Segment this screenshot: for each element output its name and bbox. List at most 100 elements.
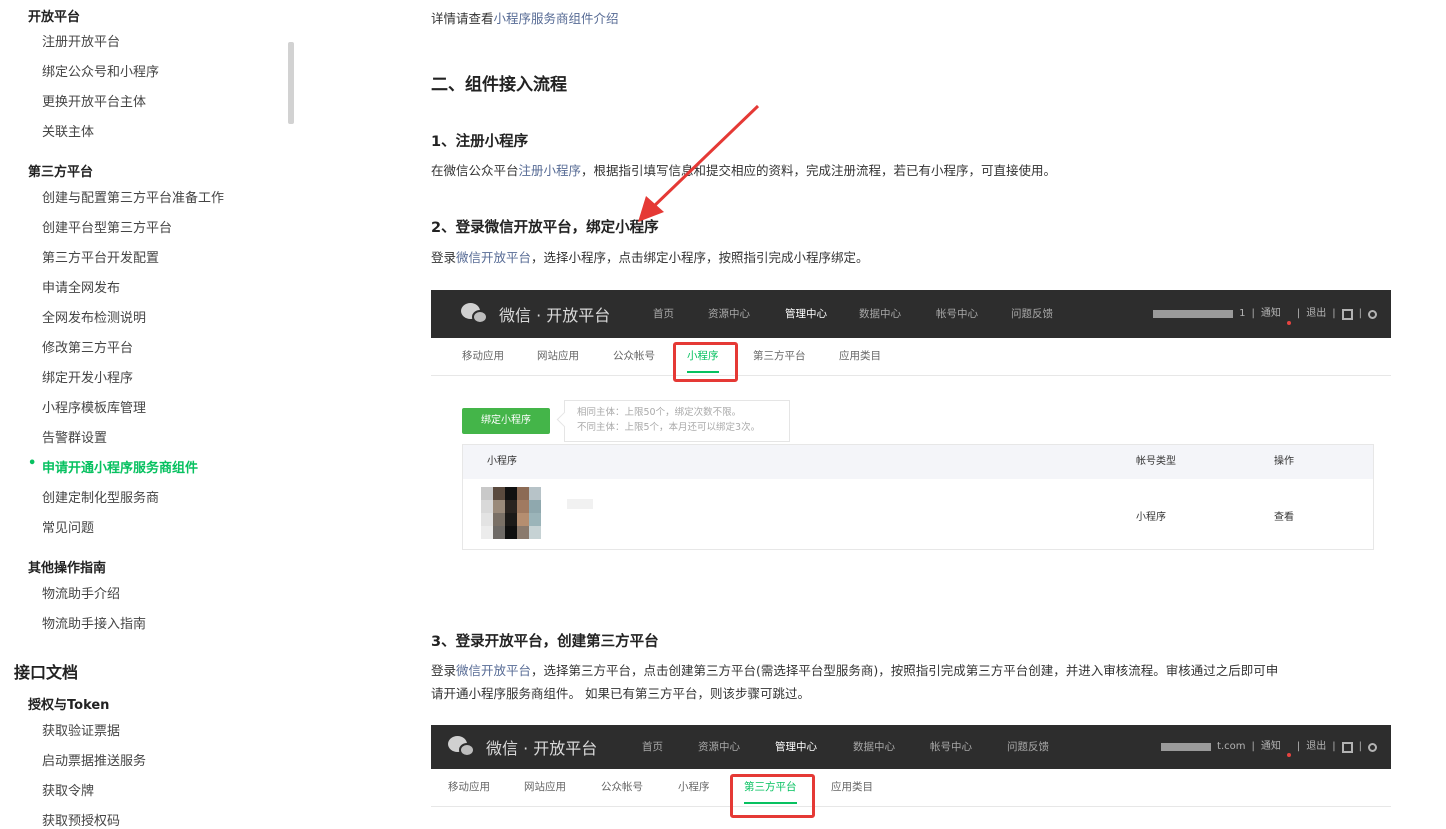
sidebar-item[interactable]: 常见问题 — [42, 517, 94, 536]
register-miniprogram-link[interactable]: 注册小程序 — [519, 163, 582, 178]
sidebar-item[interactable]: 更换开放平台主体 — [42, 91, 146, 110]
logout-link[interactable]: 退出 — [1306, 290, 1326, 338]
bind-miniprogram-button[interactable]: 绑定小程序 — [462, 408, 550, 434]
sidebar-item[interactable]: 告警群设置 — [42, 427, 107, 446]
sidebar-item[interactable]: 创建平台型第三方平台 — [42, 217, 172, 236]
sidebar: 开放平台 注册开放平台 绑定公众号和小程序 更换开放平台主体 关联主体 第三方平… — [0, 0, 296, 829]
sidebar-group-title: 其他操作指南 — [28, 561, 107, 576]
sub-navigation: 移动应用 网站应用 公众帐号 小程序 第三方平台 应用类目 — [431, 338, 1391, 376]
nav-home[interactable]: 首页 — [642, 725, 663, 769]
sub-navigation: 移动应用 网站应用 公众帐号 小程序 第三方平台 应用类目 — [431, 769, 1391, 807]
sidebar-item[interactable]: 关联主体 — [42, 121, 94, 140]
view-link[interactable]: 查看 — [1274, 508, 1294, 523]
highlight-box — [730, 774, 815, 818]
open-platform-link[interactable]: 微信开放平台 — [456, 663, 531, 678]
qrcode-icon[interactable] — [1341, 741, 1353, 753]
sidebar-item[interactable]: 创建与配置第三方平台准备工作 — [42, 187, 224, 206]
step3-text-suffix: ，选择第三方平台，点击创建第三方平台(需选择平台型服务商)，按照指引完成第三方平… — [531, 663, 1279, 678]
miniprogram-table: 小程序 帐号类型 操作 小程序 查看 — [462, 444, 1374, 550]
nav-account[interactable]: 帐号中心 — [936, 290, 978, 338]
account-type-cell: 小程序 — [1136, 512, 1166, 523]
qrcode-icon[interactable] — [1341, 308, 1353, 320]
nav-management[interactable]: 管理中心 — [775, 725, 817, 769]
tab-mobile-app[interactable]: 移动应用 — [448, 769, 490, 807]
th-action: 操作 — [1274, 456, 1294, 467]
tab-app-category[interactable]: 应用类目 — [831, 769, 873, 807]
step3-paragraph-line2: 请开通小程序服务商组件。 如果已有第三方平台，则该步骤可跳过。 — [431, 686, 810, 701]
nav-resources[interactable]: 资源中心 — [708, 290, 750, 338]
section-heading: 二、组件接入流程 — [431, 75, 567, 95]
step1-text-suffix: ，根据指引填写信息和提交相应的资料，完成注册流程，若已有小程序，可直接使用。 — [581, 163, 1057, 178]
miniprogram-name-blur — [567, 499, 593, 509]
sidebar-item[interactable]: 获取预授权码 — [42, 810, 120, 829]
tab-miniprogram[interactable]: 小程序 — [678, 769, 710, 807]
sidebar-item[interactable]: 启动票据推送服务 — [42, 750, 146, 769]
highlight-box — [673, 342, 738, 382]
open-platform-link[interactable]: 微信开放平台 — [456, 250, 531, 265]
sidebar-item[interactable]: 修改第三方平台 — [42, 337, 133, 356]
settings-icon[interactable] — [1368, 742, 1377, 752]
open-platform-topbar: 微信 · 开放平台 首页 资源中心 管理中心 数据中心 帐号中心 问题反馈 1 … — [431, 290, 1391, 338]
tab-official-account[interactable]: 公众帐号 — [601, 769, 643, 807]
nav-account[interactable]: 帐号中心 — [930, 725, 972, 769]
tab-app-category[interactable]: 应用类目 — [839, 338, 881, 376]
th-account-type: 帐号类型 — [1136, 456, 1176, 467]
nav-home[interactable]: 首页 — [653, 290, 674, 338]
account-name-blur — [1161, 743, 1212, 751]
step3-heading: 3、登录开放平台，创建第三方平台 — [431, 634, 659, 650]
step1-paragraph: 在微信公众平台注册小程序，根据指引填写信息和提交相应的资料，完成注册流程，若已有… — [431, 160, 1056, 182]
tip-line: 相同主体：上限50个，绑定次数不限。 — [577, 407, 742, 418]
tip-line: 不同主体：上限5个，本月还可以绑定3次。 — [577, 422, 761, 433]
sidebar-item[interactable]: 小程序模板库管理 — [42, 397, 146, 416]
sidebar-item[interactable]: 物流助手介绍 — [42, 583, 120, 602]
notice-dot-icon — [1286, 321, 1291, 325]
topbar-user-area: t.com | 通知 | 退出 | | — [1161, 725, 1377, 769]
step2-paragraph: 登录微信开放平台，选择小程序，点击绑定小程序，按照指引完成小程序绑定。 — [431, 247, 869, 269]
step1-heading: 1、注册小程序 — [431, 134, 529, 150]
sidebar-item[interactable]: 物流助手接入指南 — [42, 613, 146, 632]
nav-data[interactable]: 数据中心 — [853, 725, 895, 769]
account-suffix: 1 — [1239, 308, 1246, 319]
sidebar-scrollbar[interactable] — [288, 42, 294, 124]
tab-third-party[interactable]: 第三方平台 — [753, 338, 806, 376]
sidebar-item[interactable]: 获取验证票据 — [42, 720, 120, 739]
step2-heading: 2、登录微信开放平台，绑定小程序 — [431, 220, 659, 236]
step3-text-prefix: 登录 — [431, 663, 457, 678]
sidebar-item[interactable]: 绑定开发小程序 — [42, 367, 133, 386]
logo-text: 微信 · 开放平台 — [486, 739, 598, 758]
logout-link[interactable]: 退出 — [1306, 725, 1326, 769]
account-name-blur — [1153, 310, 1234, 318]
tab-website-app[interactable]: 网站应用 — [524, 769, 566, 807]
nav-data[interactable]: 数据中心 — [859, 290, 901, 338]
account-domain: t.com — [1217, 741, 1246, 752]
open-platform-topbar: 微信 · 开放平台 首页 资源中心 管理中心 数据中心 帐号中心 问题反馈 t.… — [431, 725, 1391, 769]
notice-dot-icon — [1286, 753, 1291, 757]
notice-link[interactable]: 通知 — [1261, 290, 1281, 338]
sidebar-item-active[interactable]: 申请开通小程序服务商组件 — [28, 456, 198, 476]
sidebar-item[interactable]: 获取令牌 — [42, 780, 94, 799]
sidebar-item[interactable]: 全网发布检测说明 — [42, 307, 146, 326]
tab-website-app[interactable]: 网站应用 — [537, 338, 579, 376]
sidebar-item[interactable]: 第三方平台开发配置 — [42, 247, 159, 266]
wechat-icon — [448, 736, 478, 758]
nav-feedback[interactable]: 问题反馈 — [1011, 290, 1053, 338]
sidebar-section-title: 接口文档 — [14, 663, 79, 682]
sidebar-item[interactable]: 注册开放平台 — [42, 31, 120, 50]
tab-official-account[interactable]: 公众帐号 — [613, 338, 655, 376]
wechat-logo: 微信 · 开放平台 — [461, 302, 610, 326]
sidebar-item[interactable]: 创建定制化型服务商 — [42, 487, 159, 506]
nav-resources[interactable]: 资源中心 — [698, 725, 740, 769]
screenshot-bind-miniprogram: 微信 · 开放平台 首页 资源中心 管理中心 数据中心 帐号中心 问题反馈 1 … — [431, 290, 1391, 560]
sidebar-item[interactable]: 申请全网发布 — [42, 277, 120, 296]
nav-feedback[interactable]: 问题反馈 — [1007, 725, 1049, 769]
intro-text: 详情请查看 — [431, 11, 494, 26]
bind-limit-tooltip: 相同主体：上限50个，绑定次数不限。 不同主体：上限5个，本月还可以绑定3次。 — [564, 400, 790, 442]
tab-mobile-app[interactable]: 移动应用 — [462, 338, 504, 376]
sidebar-item[interactable]: 绑定公众号和小程序 — [42, 61, 159, 80]
intro-paragraph: 详情请查看小程序服务商组件介绍 — [431, 8, 619, 30]
nav-management[interactable]: 管理中心 — [785, 290, 827, 338]
table-header: 小程序 帐号类型 操作 — [463, 445, 1373, 479]
settings-icon[interactable] — [1368, 309, 1377, 319]
notice-link[interactable]: 通知 — [1261, 725, 1281, 769]
intro-link[interactable]: 小程序服务商组件介绍 — [494, 11, 619, 26]
